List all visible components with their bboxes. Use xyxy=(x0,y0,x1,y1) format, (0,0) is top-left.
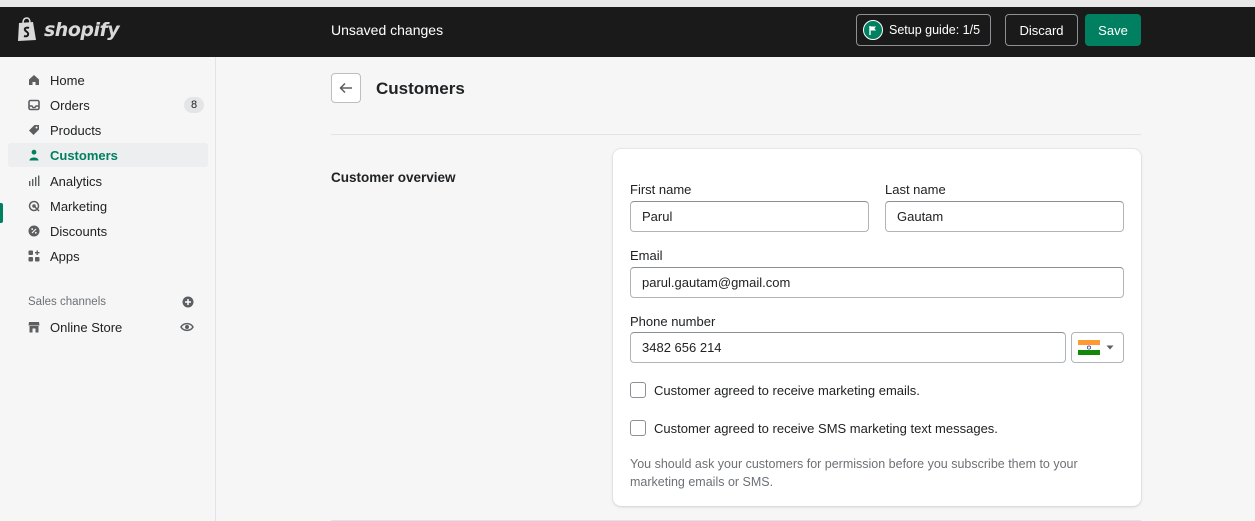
sidebar-item-label: Online Store xyxy=(50,320,123,335)
store-icon xyxy=(28,322,40,333)
marketing-sms-label[interactable]: Customer agreed to receive SMS marketing… xyxy=(654,421,998,436)
tag-icon xyxy=(29,125,39,135)
orders-count-badge: 8 xyxy=(184,97,204,113)
sidebar-item-marketing[interactable]: Marketing xyxy=(8,194,208,218)
customer-overview-card: First name Last name Email Phone number … xyxy=(613,149,1141,506)
sidebar-item-label: Apps xyxy=(50,249,80,264)
target-icon xyxy=(28,200,40,212)
save-button[interactable]: Save xyxy=(1085,14,1141,46)
consent-help-text: You should ask your customers for permis… xyxy=(630,457,1078,489)
setup-guide-label: Setup guide: 1/5 xyxy=(889,23,981,37)
marketing-email-label[interactable]: Customer agreed to receive marketing ema… xyxy=(654,383,920,398)
marketing-sms-checkbox[interactable] xyxy=(630,420,646,436)
email-input[interactable] xyxy=(630,267,1124,298)
sidebar-item-analytics[interactable]: Analytics xyxy=(8,169,208,193)
unsaved-changes-text: Unsaved changes xyxy=(331,22,444,38)
home-icon xyxy=(29,75,39,85)
sidebar-item-discounts[interactable]: Discounts xyxy=(8,219,208,243)
first-name-label: First name xyxy=(630,182,692,197)
brand-name: shopify xyxy=(44,18,120,41)
india-flag-icon xyxy=(1078,340,1100,355)
sidebar-item-label: Customers xyxy=(50,148,118,163)
sidebar: Home Orders 8 Products Customers Analyti… xyxy=(0,57,216,521)
orders-icon xyxy=(28,99,40,111)
phone-input[interactable] xyxy=(630,332,1066,363)
sidebar-item-label: Analytics xyxy=(50,174,103,189)
flag-icon xyxy=(863,20,883,40)
add-channel-icon[interactable] xyxy=(182,296,194,308)
last-name-label: Last name xyxy=(885,182,946,197)
apps-icon xyxy=(28,250,40,262)
back-button[interactable] xyxy=(331,73,361,103)
sidebar-item-label: Home xyxy=(50,73,85,88)
view-store-eye-icon[interactable] xyxy=(180,320,194,334)
phone-label: Phone number xyxy=(630,314,716,329)
sidebar-item-label: Orders xyxy=(50,98,90,113)
first-name-input[interactable] xyxy=(630,201,869,232)
sidebar-item-label: Marketing xyxy=(50,199,108,214)
top-stripe xyxy=(0,0,1255,7)
discount-icon xyxy=(28,225,40,237)
person-icon xyxy=(29,149,39,161)
sidebar-item-home[interactable]: Home xyxy=(8,68,208,92)
top-bar: shopify Unsaved changes Setup guide: 1/5… xyxy=(0,0,1255,57)
sidebar-item-products[interactable]: Products xyxy=(8,118,208,142)
section-title: Customer overview xyxy=(331,170,456,185)
arrow-left-icon xyxy=(339,82,352,94)
sidebar-item-orders[interactable]: Orders 8 xyxy=(8,93,208,117)
setup-guide-button[interactable]: Setup guide: 1/5 xyxy=(856,14,991,46)
sidebar-item-label: Products xyxy=(50,123,102,138)
bar-chart-icon xyxy=(29,175,40,186)
sales-channels-heading: Sales channels xyxy=(28,296,106,308)
country-code-select[interactable] xyxy=(1071,332,1124,363)
shopify-bag-icon xyxy=(18,17,36,41)
sidebar-item-label: Discounts xyxy=(50,224,108,239)
discard-button[interactable]: Discard xyxy=(1005,14,1078,46)
email-label: Email xyxy=(630,248,663,263)
header-divider xyxy=(331,134,1141,135)
active-indicator xyxy=(0,203,3,223)
page-title: Customers xyxy=(376,79,465,98)
chevron-down-icon xyxy=(1106,345,1114,350)
sidebar-item-apps[interactable]: Apps xyxy=(8,244,208,268)
sidebar-item-customers[interactable]: Customers xyxy=(8,143,208,167)
marketing-email-checkbox[interactable] xyxy=(630,382,646,398)
last-name-input[interactable] xyxy=(885,201,1124,232)
shopify-logo[interactable]: shopify xyxy=(16,17,120,42)
sidebar-item-online-store[interactable]: Online Store xyxy=(8,315,208,339)
